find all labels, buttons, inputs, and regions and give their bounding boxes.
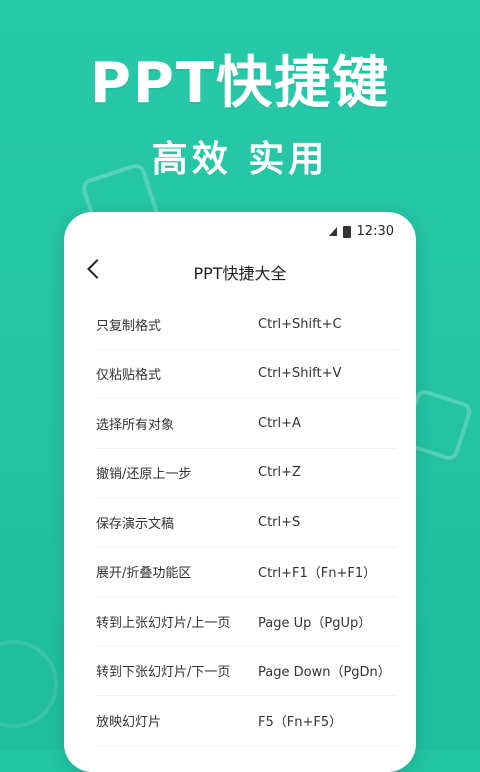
status-time: 12:30 — [356, 224, 394, 239]
shortcut-name: 只复制格式 — [96, 318, 162, 334]
shortcut-keys: F5（Fn+F5） — [258, 714, 343, 730]
signal-icon — [328, 227, 337, 236]
shortcut-keys: Ctrl+S — [258, 514, 301, 530]
shortcut-list: 只复制格式 Ctrl+Shift+C 仅粘贴格式 Ctrl+Shift+V 选择… — [64, 300, 416, 746]
shortcut-name: 转到下张幻灯片/下一页 — [96, 665, 231, 681]
shortcut-name: 转到上张幻灯片/上一页 — [96, 615, 231, 631]
battery-icon — [342, 225, 351, 238]
hero-title: PPT快捷键 — [89, 51, 391, 116]
shortcut-name: 撤销/还原上一步 — [96, 467, 192, 483]
shortcut-keys: Ctrl+A — [258, 415, 301, 431]
shortcut-keys: Ctrl+Z — [258, 465, 301, 481]
shortcut-keys: Ctrl+Shift+V — [258, 366, 342, 382]
status-bar: 12:30 — [64, 212, 416, 252]
list-item[interactable]: 转到上张幻灯片/上一页 Page Up（PgUp） — [96, 597, 398, 647]
shortcut-name: 选择所有对象 — [96, 417, 175, 433]
list-item[interactable]: 仅粘贴格式 Ctrl+Shift+V — [96, 350, 398, 399]
list-item[interactable]: 展开/折叠功能区 Ctrl+F1（Fn+F1） — [96, 548, 398, 597]
shortcut-name: 保存演示文稿 — [96, 516, 175, 532]
shortcut-keys: Page Down（PgDn） — [258, 665, 391, 681]
list-item[interactable]: 保存演示文稿 Ctrl+S — [96, 498, 398, 548]
shortcut-keys: Ctrl+Shift+C — [258, 316, 342, 332]
shortcut-name: 放映幻灯片 — [96, 714, 162, 730]
phone-screen: 12:30 PPT快捷大全 只复制格式 Ctrl+Shift+C 仅粘贴格式 C… — [64, 212, 416, 772]
list-item[interactable]: 只复制格式 Ctrl+Shift+C — [96, 300, 398, 350]
list-item[interactable]: 选择所有对象 Ctrl+A — [96, 399, 398, 449]
shortcut-keys: Page Up（PgUp） — [258, 615, 372, 631]
list-item[interactable]: 撤销/还原上一步 Ctrl+Z — [96, 449, 398, 498]
page-title: PPT快捷大全 — [193, 264, 287, 283]
list-item[interactable]: 放映幻灯片 F5（Fn+F5） — [96, 696, 398, 746]
navbar: PPT快捷大全 — [64, 252, 416, 292]
shortcut-name: 仅粘贴格式 — [96, 368, 162, 384]
status-right: 12:30 — [328, 224, 394, 239]
list-item[interactable]: 转到下张幻灯片/下一页 Page Down（PgDn） — [96, 647, 398, 696]
shortcut-keys: Ctrl+F1（Fn+F1） — [258, 566, 377, 582]
hero-subtitle: 高效 实用 — [151, 139, 329, 180]
shortcut-name: 展开/折叠功能区 — [96, 566, 192, 582]
